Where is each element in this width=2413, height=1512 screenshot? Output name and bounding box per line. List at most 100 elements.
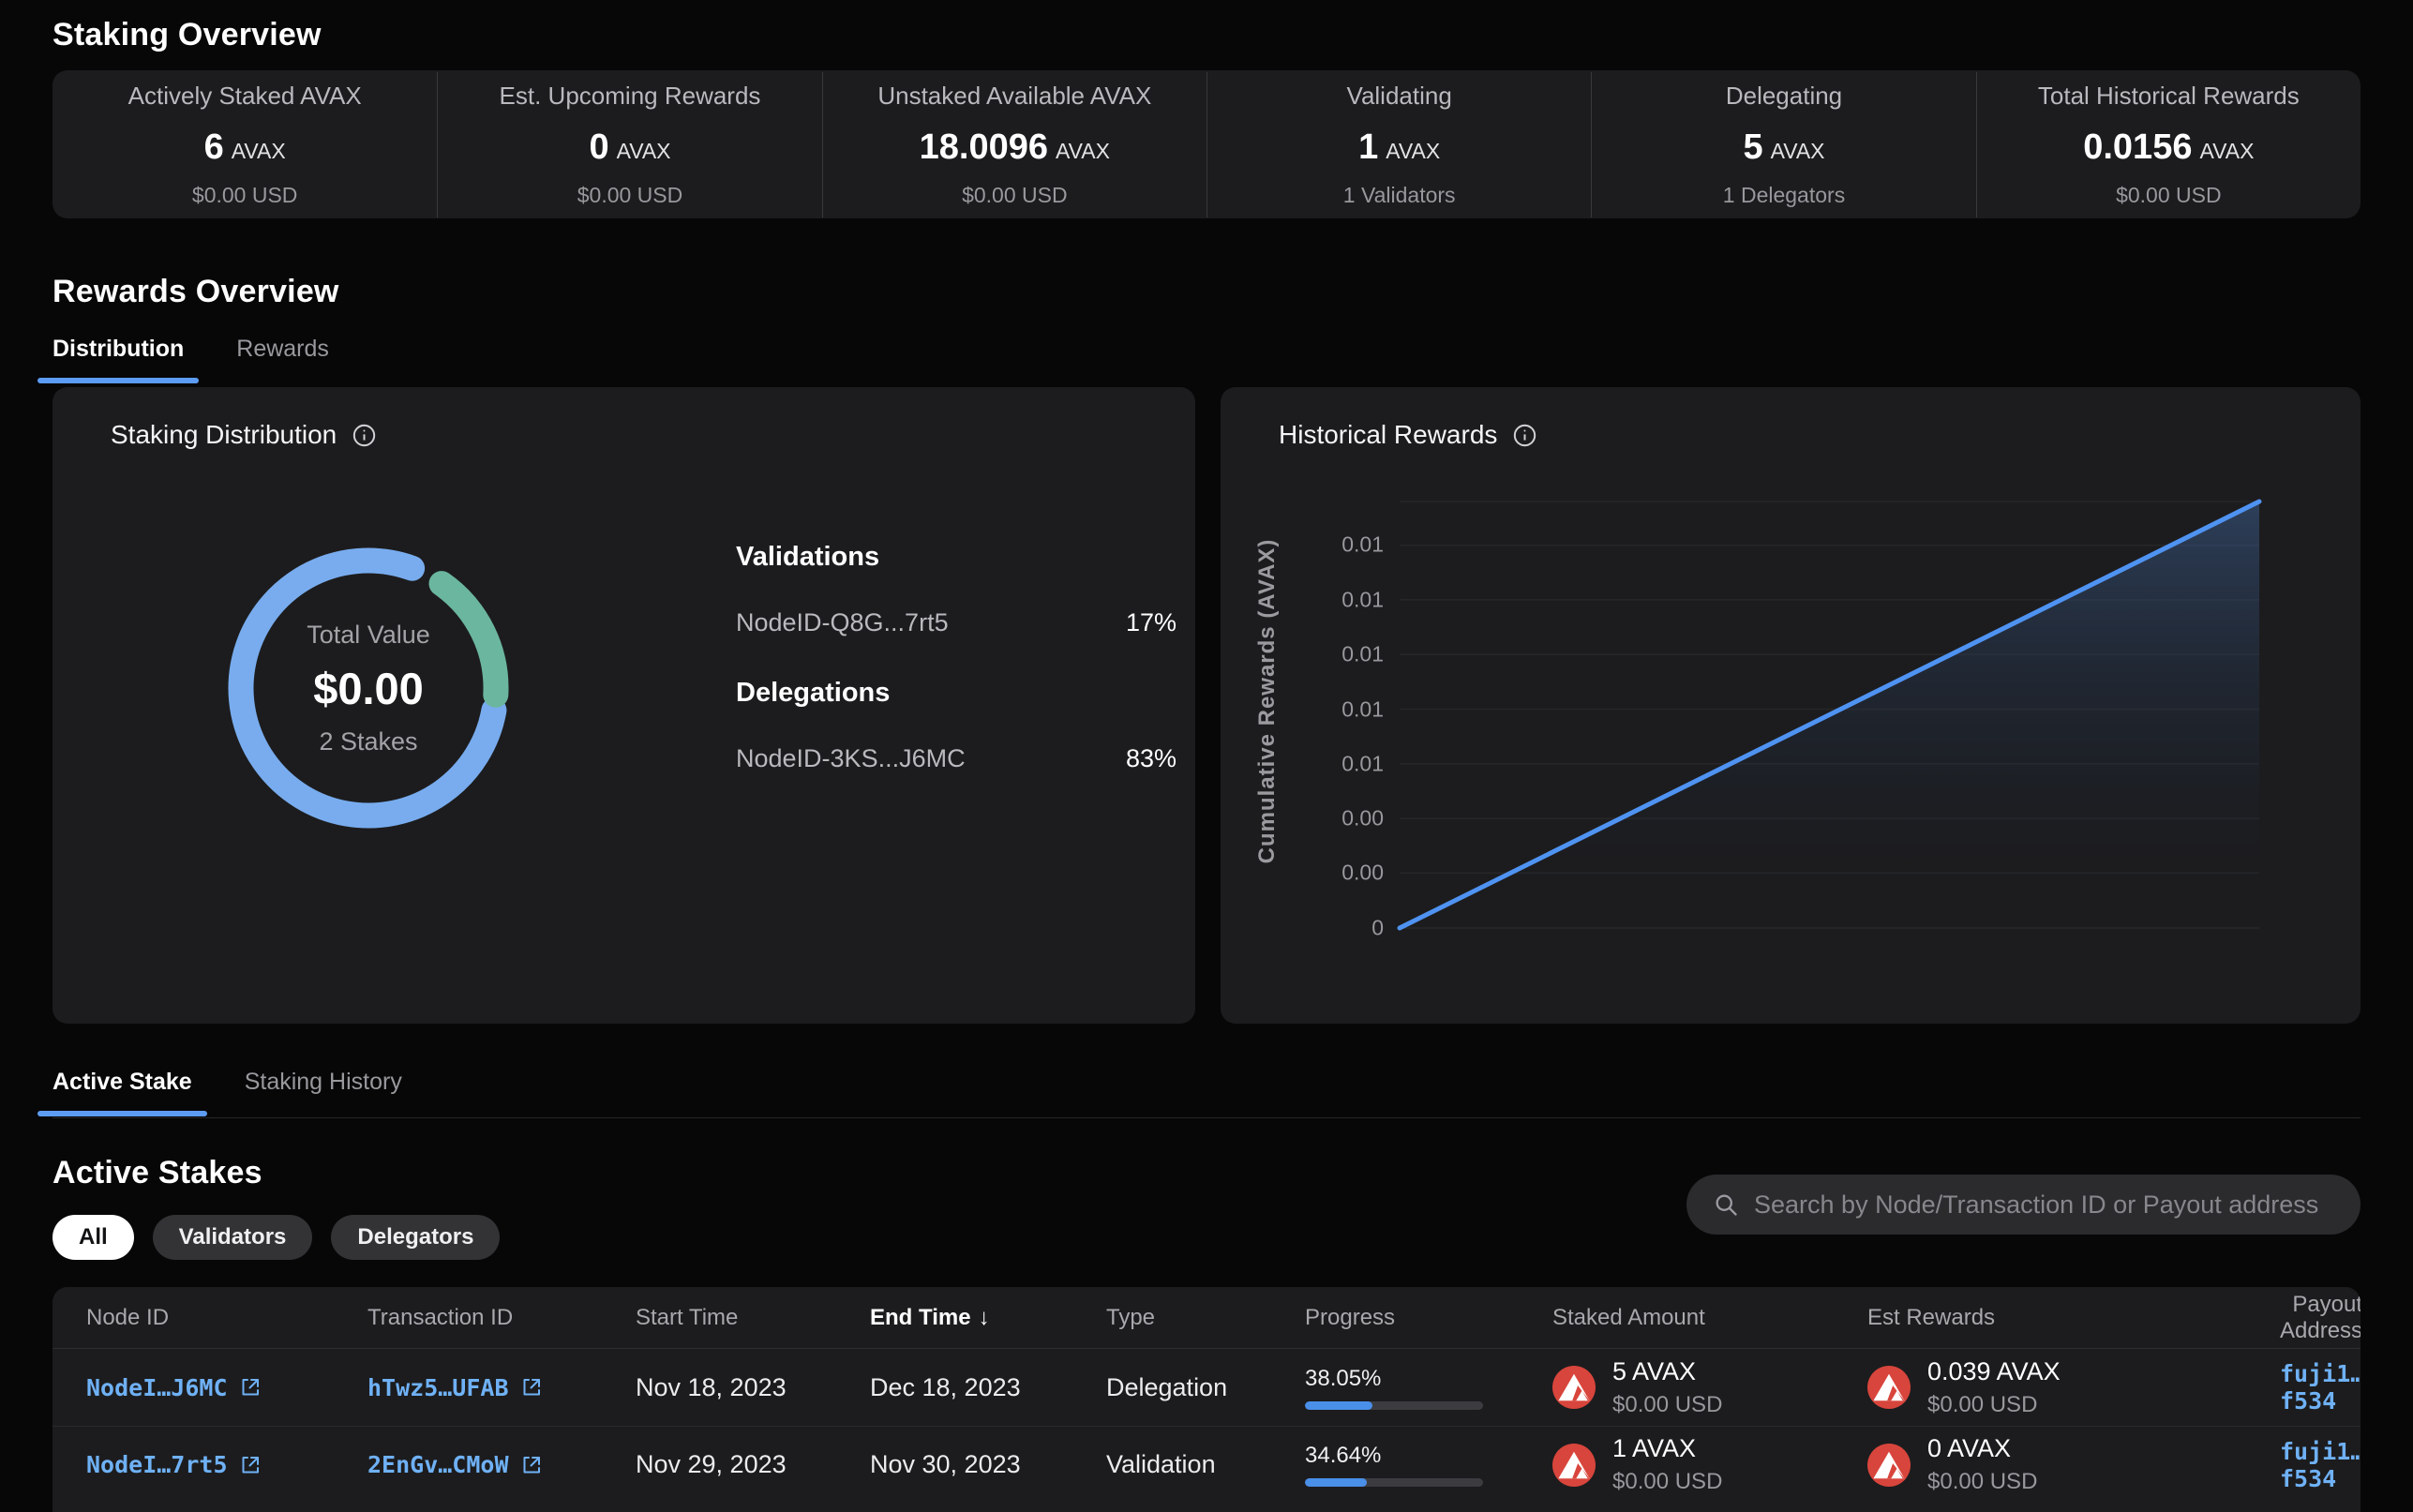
col-progress[interactable]: Progress xyxy=(1305,1305,1552,1331)
delegations-legend: Delegations NodeID-3KS...J6MC 83% xyxy=(736,678,1177,773)
table-row: NodeI…J6MC hTwz5…UFAB Nov 18, 2023 Dec 1… xyxy=(52,1349,2361,1426)
validation-percent: 17% xyxy=(1126,608,1177,637)
y-tick: 0.01 xyxy=(1341,697,1384,723)
stat-label: Est. Upcoming Rewards xyxy=(445,82,814,111)
external-link-icon xyxy=(520,1454,543,1476)
col-node-id[interactable]: Node ID xyxy=(86,1305,367,1331)
stat-delegating: Delegating 5AVAX 1 Delegators xyxy=(1591,72,1975,217)
total-value-amount: $0.00 xyxy=(313,663,424,714)
stake-search[interactable] xyxy=(1686,1175,2361,1235)
y-tick: 0.00 xyxy=(1341,806,1384,831)
tab-staking-history[interactable]: Staking History xyxy=(245,1069,402,1116)
amount-usd: $0.00 USD xyxy=(1612,1469,1722,1495)
stat-label: Delegating xyxy=(1599,82,1968,111)
staked-amount: 5 AVAX $0.00 USD xyxy=(1552,1357,1867,1418)
stat-unit: AVAX xyxy=(617,139,671,163)
search-icon xyxy=(1713,1191,1739,1218)
payout-address-link[interactable]: fuji1…f534 xyxy=(2280,1438,2361,1492)
tab-rewards[interactable]: Rewards xyxy=(236,336,329,383)
col-staked-amount[interactable]: Staked Amount xyxy=(1552,1305,1867,1331)
table-row: NodeI…7rt5 2EnGv…CMoW Nov 29, 2023 Nov 3… xyxy=(52,1426,2361,1503)
avalanche-logo-icon xyxy=(1867,1366,1911,1409)
progress-percent: 38.05% xyxy=(1305,1366,1552,1392)
stat-label: Validating xyxy=(1215,82,1583,111)
stat-label: Unstaked Available AVAX xyxy=(831,82,1199,111)
node-id-link[interactable]: NodeI…J6MC xyxy=(86,1374,367,1401)
avalanche-logo-icon xyxy=(1552,1366,1596,1409)
transaction-id-link[interactable]: 2EnGv…CMoW xyxy=(367,1451,636,1478)
active-tab-underline xyxy=(37,378,199,383)
stat-historical-rewards: Total Historical Rewards 0.0156AVAX $0.0… xyxy=(1976,72,2361,217)
historical-rewards-line-chart[interactable]: 0.01 0.01 0.01 0.01 0.01 0.00 0.00 0 Nov… xyxy=(1221,387,2361,1024)
active-tab-underline xyxy=(37,1111,207,1116)
validations-legend: Validations NodeID-Q8G...7rt5 17% xyxy=(736,542,1177,637)
col-end-time-sorted[interactable]: End Time ↓ xyxy=(870,1305,1106,1331)
stat-unit: AVAX xyxy=(1386,139,1440,163)
amount-usd: $0.00 USD xyxy=(1612,1392,1722,1418)
progress-bar xyxy=(1305,1478,1483,1487)
amount-avax: 1 AVAX xyxy=(1612,1434,1722,1463)
avalanche-logo-icon xyxy=(1552,1444,1596,1487)
stat-unit: AVAX xyxy=(1771,139,1825,163)
stat-unit: AVAX xyxy=(232,139,286,163)
rewards-usd: $0.00 USD xyxy=(1927,1392,2061,1418)
y-tick: 0.01 xyxy=(1341,642,1384,667)
stat-unit: AVAX xyxy=(2199,139,2254,163)
tab-distribution[interactable]: Distribution xyxy=(52,336,184,383)
y-tick: 0 xyxy=(1371,916,1384,941)
col-transaction-id[interactable]: Transaction ID xyxy=(367,1305,636,1331)
col-start-time[interactable]: Start Time xyxy=(636,1305,870,1331)
validation-node-id: NodeID-Q8G...7rt5 xyxy=(736,608,949,637)
staking-distribution-card: Staking Distribution Total Value $0.00 2… xyxy=(52,387,1195,1024)
stat-value: 0.0156 xyxy=(2083,127,2192,167)
y-tick: 0.01 xyxy=(1341,588,1384,613)
staking-overview-title: Staking Overview xyxy=(52,17,322,53)
filter-delegators[interactable]: Delegators xyxy=(331,1215,500,1260)
transaction-id-text: 2EnGv…CMoW xyxy=(367,1451,509,1478)
col-est-rewards[interactable]: Est Rewards xyxy=(1867,1305,2280,1331)
node-id-text: NodeI…J6MC xyxy=(86,1374,228,1401)
y-axis-label: Cumulative Rewards (AVAX) xyxy=(1254,539,1281,864)
external-link-icon xyxy=(239,1454,262,1476)
external-link-icon xyxy=(239,1376,262,1399)
historical-rewards-card: Historical Rewards xyxy=(1221,387,2361,1024)
progress-indicator: 38.05% xyxy=(1305,1366,1552,1410)
col-label: End Time xyxy=(870,1305,971,1330)
amount-avax: 5 AVAX xyxy=(1612,1357,1722,1386)
donut-center-summary: Total Value $0.00 2 Stakes xyxy=(218,538,518,838)
tab-label: Active Stake xyxy=(52,1069,192,1095)
tabs-divider xyxy=(52,1117,2361,1118)
stakes-count: 2 Stakes xyxy=(319,727,417,756)
progress-indicator: 34.64% xyxy=(1305,1443,1552,1487)
rewards-overview-tabs: Distribution Rewards xyxy=(52,336,329,383)
filter-validators[interactable]: Validators xyxy=(153,1215,313,1260)
payout-address-link[interactable]: fuji1…f534 xyxy=(2280,1360,2361,1415)
search-input[interactable] xyxy=(1754,1190,2334,1220)
tab-active-stake[interactable]: Active Stake xyxy=(52,1069,192,1116)
validations-row: NodeID-Q8G...7rt5 17% xyxy=(736,608,1177,637)
stat-value: 18.0096 xyxy=(920,127,1048,167)
col-type[interactable]: Type xyxy=(1106,1305,1305,1331)
stat-sub: $0.00 USD xyxy=(1985,183,2353,208)
start-time: Nov 29, 2023 xyxy=(636,1450,870,1479)
col-payout-address[interactable]: Payout Address xyxy=(2280,1292,2361,1344)
info-icon[interactable] xyxy=(352,423,377,448)
filter-all[interactable]: All xyxy=(52,1215,134,1260)
end-time: Nov 30, 2023 xyxy=(870,1450,1106,1479)
table-header-row: Node ID Transaction ID Start Time End Ti… xyxy=(52,1287,2361,1349)
external-link-icon xyxy=(520,1376,543,1399)
stat-value: 6 xyxy=(204,127,224,167)
tab-label: Rewards xyxy=(236,336,329,362)
est-rewards: 0 AVAX $0.00 USD xyxy=(1867,1434,2280,1495)
rewards-avax: 0.039 AVAX xyxy=(1927,1357,2061,1386)
transaction-id-link[interactable]: hTwz5…UFAB xyxy=(367,1374,636,1401)
tab-label: Staking History xyxy=(245,1069,402,1095)
progress-bar xyxy=(1305,1401,1483,1410)
active-stakes-title: Active Stakes xyxy=(52,1155,262,1191)
node-id-link[interactable]: NodeI…7rt5 xyxy=(86,1451,367,1478)
tab-label: Distribution xyxy=(52,336,184,362)
staking-dashboard: Staking Overview Actively Staked AVAX 6A… xyxy=(0,0,2413,1505)
delegation-node-id: NodeID-3KS...J6MC xyxy=(736,744,966,773)
sort-desc-icon: ↓ xyxy=(979,1305,990,1330)
rewards-usd: $0.00 USD xyxy=(1927,1469,2037,1495)
